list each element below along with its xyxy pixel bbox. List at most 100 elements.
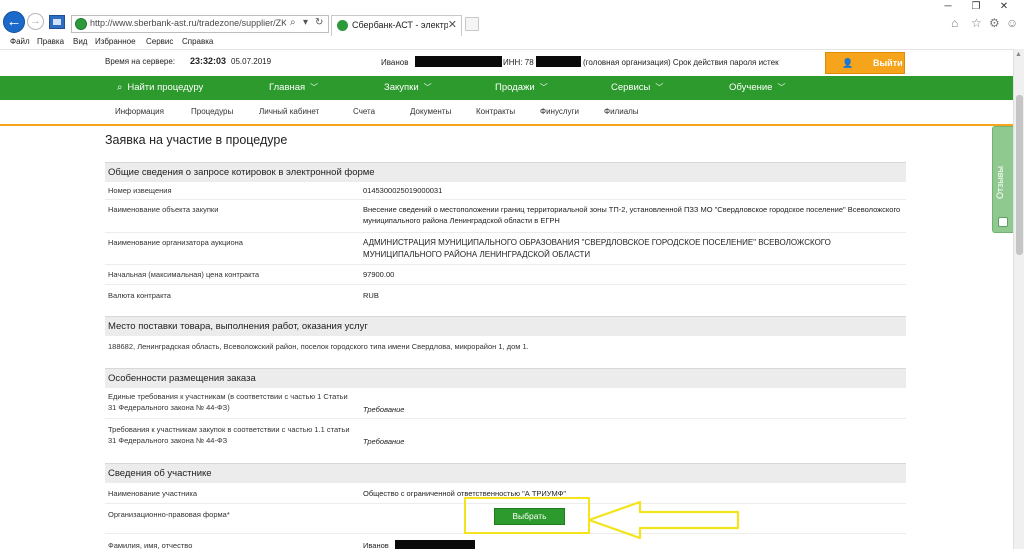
- scroll-thumb[interactable]: [1016, 95, 1023, 255]
- nav-purchases-label: Закупки: [384, 82, 419, 93]
- row-label-legal-form: Организационно-правовая форма*: [108, 510, 230, 519]
- section-general: Общие сведения о запросе котировок в эле…: [105, 162, 906, 182]
- settings-gear-icon[interactable]: ⚙: [989, 16, 1000, 30]
- row-label-req-1-1: Требования к участникам закупок в соотве…: [108, 425, 350, 445]
- edit-icon: [998, 217, 1008, 227]
- nav-sales[interactable]: Продажи ﹀: [495, 82, 548, 93]
- site-app-icon[interactable]: [49, 15, 65, 29]
- back-button[interactable]: ←: [3, 11, 25, 33]
- row-label-notice-number: Номер извещения: [108, 186, 172, 195]
- search-icon: ⌕: [117, 82, 123, 93]
- exit-button[interactable]: 👤 Выйти: [825, 52, 905, 74]
- section-general-title: Общие сведения о запросе котировок в эле…: [108, 167, 375, 178]
- forward-button[interactable]: →: [27, 13, 44, 30]
- menu-favorites[interactable]: Избранное: [95, 37, 136, 46]
- subnav-procedures[interactable]: Процедуры: [191, 107, 233, 116]
- browser-toolbar: ← → http://www.sberbank-ast.ru/tradezone…: [0, 0, 1024, 36]
- row-divider: [105, 199, 906, 200]
- row-label-object: Наименование объекта закупки: [108, 205, 219, 214]
- subnav-contracts[interactable]: Контракты: [476, 107, 515, 116]
- user-name: Иванов: [381, 58, 409, 67]
- server-time-label: Время на сервере:: [105, 57, 176, 66]
- row-label-unified-req: Единые требования к участникам (в соотве…: [108, 392, 348, 412]
- restore-icon[interactable]: ❐: [966, 0, 986, 14]
- main-nav: ⌕ Найти процедуру Главная ﹀ Закупки ﹀ Прода…: [0, 76, 1013, 100]
- smiley-icon[interactable]: ☺: [1006, 16, 1018, 30]
- favorites-star-icon[interactable]: ☆: [971, 16, 982, 30]
- chevron-down-icon: ﹀: [310, 83, 319, 92]
- server-time: 23:32:03: [190, 56, 227, 66]
- row-value-organizer: АДМИНИСТРАЦИЯ МУНИЦИПАЛЬНОГО ОБРАЗОВАНИЯ…: [363, 238, 831, 259]
- refresh-icon[interactable]: ↻: [315, 17, 323, 28]
- home-icon[interactable]: ⌂: [951, 16, 958, 30]
- section-features-title: Особенности размещения заказа: [108, 373, 256, 384]
- nav-purchases[interactable]: Закупки ﹀: [384, 82, 432, 93]
- row-label-price: Начальная (максимальная) цена контракта: [108, 270, 260, 279]
- subnav-documents[interactable]: Документы: [410, 107, 451, 116]
- find-procedure-link[interactable]: ⌕ Найти процедуру: [117, 82, 203, 93]
- subnav-finservices[interactable]: Финуслуги: [540, 107, 579, 116]
- menu-view[interactable]: Вид: [73, 37, 87, 46]
- row-value-unified-req: Требование: [363, 405, 405, 414]
- nav-sales-label: Продажи: [495, 82, 535, 93]
- minimize-icon[interactable]: ─: [938, 0, 958, 14]
- section-delivery-title: Место поставки товара, выполнения работ,…: [108, 321, 368, 332]
- org-info: (головная организация) Срок действия пар…: [583, 58, 779, 67]
- section-delivery: Место поставки товара, выполнения работ,…: [105, 316, 906, 336]
- row-divider: [105, 264, 906, 265]
- back-arrow-icon: ←: [6, 13, 22, 30]
- section-participant-title: Сведения об участнике: [108, 468, 212, 479]
- menu-edit[interactable]: Правка: [37, 37, 64, 46]
- nav-main[interactable]: Главная ﹀: [269, 82, 318, 93]
- chevron-down-icon: ﹀: [539, 83, 548, 92]
- subnav-accounts[interactable]: Счета: [353, 107, 375, 116]
- new-tab-button[interactable]: [465, 17, 479, 31]
- nav-services[interactable]: Сервисы ﹀: [611, 82, 663, 93]
- site-favicon-icon: [75, 18, 87, 30]
- dropdown-icon[interactable]: ▾: [303, 17, 308, 28]
- close-window-icon[interactable]: ✕: [994, 0, 1014, 14]
- row-divider: [105, 232, 906, 233]
- subnav-branches[interactable]: Филиалы: [604, 107, 639, 116]
- delivery-address: 188682, Ленинградская область, Всеволожс…: [108, 342, 529, 351]
- nav-learning[interactable]: Обучение ﹀: [729, 82, 785, 93]
- subnav-info[interactable]: Информация: [115, 107, 164, 116]
- chevron-down-icon: ﹀: [655, 83, 664, 92]
- site-header: Время на сервере: 23:32:03 05.07.2019 Ив…: [0, 49, 1024, 76]
- tab-title: Сбербанк-АСТ - электрон...: [352, 20, 448, 30]
- row-value-req-1-1: Требование: [363, 437, 405, 446]
- row-divider: [105, 284, 906, 285]
- menu-tools[interactable]: Сервис: [146, 37, 173, 46]
- subnav-cabinet[interactable]: Личный кабинет: [259, 107, 319, 116]
- redacted-name: [415, 56, 502, 67]
- server-date: 05.07.2019: [231, 57, 272, 66]
- sub-nav: Информация Процедуры Личный кабинет Счет…: [0, 100, 1013, 126]
- browser-tab[interactable]: Сбербанк-АСТ - электрон... ✕: [331, 15, 462, 36]
- feedback-tab[interactable]: Отзывы: [992, 126, 1013, 233]
- redacted-full-name: [395, 540, 475, 549]
- page-title: Заявка на участие в процедуре: [105, 133, 288, 147]
- row-label-currency: Валюта контракта: [108, 291, 171, 300]
- menu-help[interactable]: Справка: [182, 37, 213, 46]
- inn-label: ИНН: 78: [503, 58, 534, 67]
- section-features: Особенности размещения заказа: [105, 368, 906, 388]
- scroll-up-icon[interactable]: ▲: [1015, 51, 1022, 58]
- close-tab-icon[interactable]: ✕: [448, 18, 457, 31]
- forward-arrow-icon: →: [30, 15, 41, 27]
- select-button[interactable]: Выбрать: [494, 508, 565, 525]
- address-bar[interactable]: http://www.sberbank-ast.ru/tradezone/sup…: [71, 15, 329, 33]
- find-procedure-label: Найти процедуру: [127, 82, 204, 93]
- nav-learning-label: Обучение: [729, 82, 773, 93]
- row-value-currency: RUB: [363, 291, 379, 300]
- redacted-inn: [536, 56, 581, 67]
- menu-file[interactable]: Файл: [10, 37, 30, 46]
- search-icon[interactable]: ⌕: [290, 17, 296, 28]
- feedback-label: Отзывы: [995, 166, 1005, 199]
- row-label-organizer: Наименование организатора аукциона: [108, 238, 243, 247]
- tab-favicon-icon: [337, 20, 348, 31]
- chevron-down-icon: ﹀: [777, 83, 786, 92]
- nav-services-label: Сервисы: [611, 82, 651, 93]
- vertical-scrollbar[interactable]: ▲: [1013, 49, 1024, 549]
- pointer-arrow-icon: [587, 500, 740, 540]
- row-label-participant-name: Наименование участника: [108, 489, 198, 498]
